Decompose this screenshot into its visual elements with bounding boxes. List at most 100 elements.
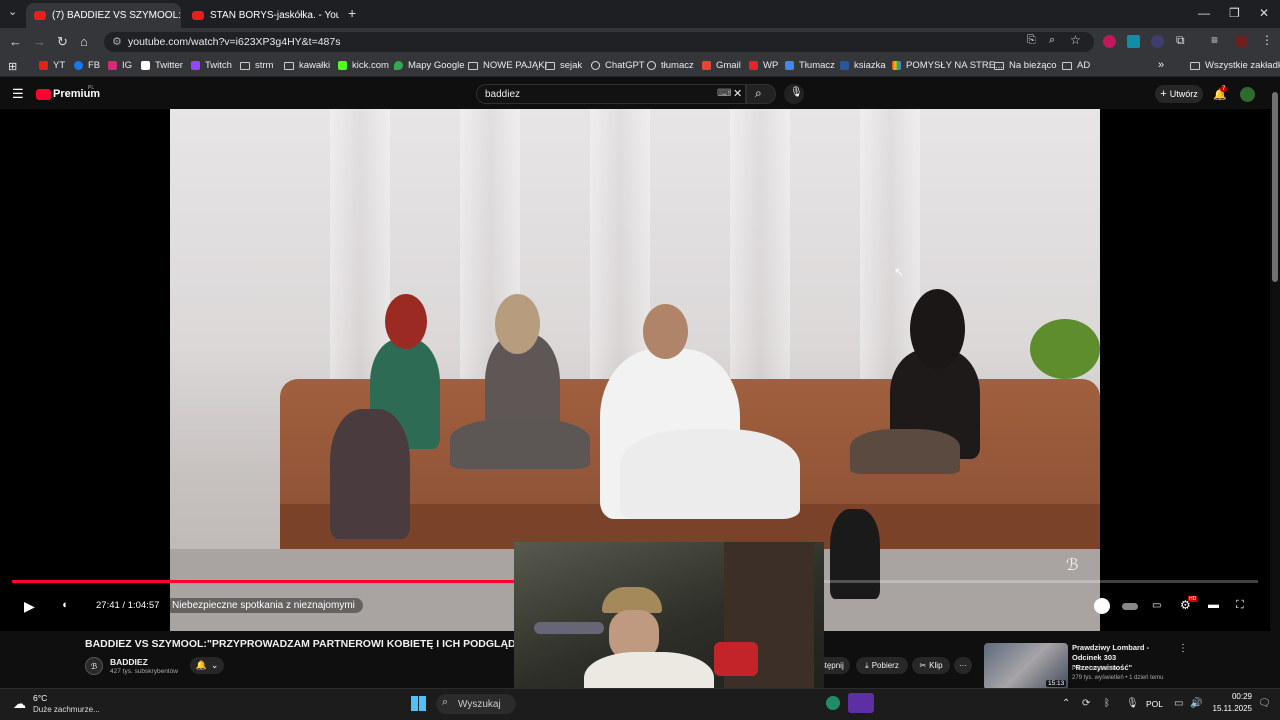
recommended-menu-icon[interactable]: ⋮ [1178,643,1188,654]
voice-search-button[interactable]: 🎙 [784,84,804,104]
chatgpt-icon [647,61,656,70]
bookmark-star-icon[interactable]: ☆ [1070,33,1081,47]
hamburger-menu-icon[interactable]: ☰ [12,86,24,102]
bookmark-maps[interactable]: Mapy Google [394,60,465,71]
weather-temperature[interactable]: 6°C [33,693,47,703]
taskbar-app-icon[interactable] [826,696,840,710]
download-icon: ⤓ [865,660,869,670]
taskbar-search[interactable]: ⌕ Wyszukaj [436,694,516,714]
extension-icon[interactable] [1151,35,1164,48]
tray-app-icon[interactable]: ⟳ [1082,698,1090,709]
bookmark-strm[interactable]: strm [240,60,273,71]
create-button[interactable]: + Utwórz [1155,85,1203,103]
bookmark-twitch[interactable]: Twitch [191,60,232,71]
folder-icon [468,61,478,70]
speaker-icon[interactable]: 🔊 [1190,698,1202,709]
bookmark-gmail[interactable]: Gmail [702,60,741,71]
new-tab-button[interactable]: + [348,5,356,21]
close-window-icon[interactable]: ✕ [1259,6,1269,20]
profile-avatar-icon[interactable] [1235,35,1248,48]
all-bookmarks-folder[interactable]: Wszystkie zakładki [1190,60,1280,71]
miniplayer-toggle-icon[interactable] [1094,598,1110,614]
bookmark-na-biezaco[interactable]: Na bieżąco [994,60,1057,71]
clear-search-icon[interactable]: ✕ [733,87,742,100]
bookmark-yt[interactable]: YT [39,60,65,71]
subscribed-bell-button[interactable]: 🔔 ⌄ [190,657,224,674]
chapter-title[interactable]: Niebezpieczne spotkania z nieznajomymi [164,598,363,613]
scrollbar-thumb[interactable] [1272,92,1278,282]
tab-active[interactable]: (7) BADDIEZ VS SZYMOOL:"PRZ ✕ [26,3,181,28]
microphone-tray-icon[interactable]: 🎙 [1126,698,1139,709]
restore-icon[interactable]: ❐ [1229,6,1240,20]
bookmark-kawalki[interactable]: kawałki [284,60,330,71]
bookmark-twitter[interactable]: Twitter [141,60,183,71]
person [850,429,960,474]
menu-kebab-icon[interactable]: ⋮ [1261,33,1273,47]
bookmark-ksiazka[interactable]: ksiazka [840,60,886,71]
reload-icon[interactable]: ↻ [57,34,68,50]
bookmark-tlumacz-2[interactable]: Tłumacz [785,60,835,71]
language-indicator[interactable]: POL [1146,699,1163,709]
volume-icon[interactable]: ◖ [61,599,68,611]
back-icon[interactable]: ← [9,34,22,49]
taskbar-app-icon[interactable] [848,693,874,713]
download-button[interactable]: ⤓ Pobierz [856,657,908,674]
tray-overflow-icon[interactable]: ⌃ [1062,698,1070,709]
bookmark-nowe-pajaki[interactable]: NOWE PAJĄKI [468,60,547,71]
search-button[interactable]: ⌕ [746,84,776,104]
bookmark-wp[interactable]: WP [749,60,778,71]
bookmark-sejak[interactable]: sejak [545,60,582,71]
bookmark-kick[interactable]: kick.com [338,60,389,71]
theater-mode-icon[interactable]: ▬ [1208,599,1219,611]
minimize-icon[interactable]: — [1198,6,1210,20]
play-icon[interactable]: ▶ [24,598,35,615]
webcam-microphone [534,622,604,634]
bluetooth-icon[interactable]: ᛒ [1104,698,1110,709]
person [450,419,590,469]
account-avatar[interactable] [1240,87,1255,102]
address-bar[interactable]: ⚙ youtube.com/watch?v=i623XP3g4HY&t=487s [104,32,1094,52]
extensions-puzzle-icon[interactable]: ⧉ [1176,33,1185,48]
youtube-icon [39,61,48,70]
clip-button[interactable]: ✂ Klip [912,657,950,674]
bookmark-ig[interactable]: IG [108,60,132,71]
zoom-icon[interactable]: ⌕ [1049,34,1055,47]
weather-description[interactable]: Duże zachmurze... [33,705,100,714]
bookmark-pomysly[interactable]: POMYSŁY NA STRE... [892,60,1003,71]
tab-search-chevron-icon[interactable]: ⌄ [8,5,17,18]
windows-start-icon[interactable] [411,696,426,711]
home-icon[interactable]: ⌂ [80,34,88,49]
recommended-channel[interactable]: Pan z Lombardu [1072,666,1116,672]
taskbar-time[interactable]: 00:29 [1212,692,1252,701]
subtitles-icon[interactable]: ▭ [1152,600,1161,611]
bookmark-fb[interactable]: FB [74,60,100,71]
bookmarks-overflow-icon[interactable]: » [1158,59,1164,71]
taskbar-date[interactable]: 15.11.2025 [1206,704,1252,713]
fullscreen-icon[interactable]: ⛶ [1236,599,1244,612]
install-app-icon[interactable]: ⎘ [1027,34,1036,47]
bookmark-chatgpt[interactable]: ChatGPT [591,60,645,71]
gmail-icon [702,61,711,70]
more-actions-button[interactable]: ··· [954,657,972,674]
search-input[interactable]: baddiez ⌨ ✕ [476,84,746,104]
time-display: 27:41 / 1:04:57 [86,598,170,613]
bookmark-ad[interactable]: AD [1062,60,1090,71]
extension-icon[interactable] [1127,35,1140,48]
record-extension-icon[interactable] [1103,35,1116,48]
autoplay-toggle-icon[interactable] [1122,603,1138,610]
network-icon[interactable]: ▭ [1174,698,1183,709]
bookmark-tlumacz[interactable]: tłumacz [647,60,694,71]
site-settings-icon[interactable]: ⚙ [112,35,122,48]
apps-grid-icon[interactable]: ⊞ [8,60,17,73]
notification-center-icon[interactable]: 🗨 [1258,698,1271,709]
youtube-logo-icon[interactable] [36,89,51,100]
channel-name[interactable]: BADDIEZ [110,657,148,667]
weather-icon[interactable]: ☁ [13,696,26,712]
media-control-icon[interactable]: ≡ [1211,33,1218,47]
forward-icon[interactable]: → [33,34,46,49]
channel-avatar[interactable]: ℬ [85,657,103,675]
keyboard-icon[interactable]: ⌨ [717,88,731,99]
chevron-down-icon: ⌄ [210,660,219,670]
tab-inactive[interactable]: STAN BORYS-jaskółka. - YouTub ✕ [184,3,339,28]
twitch-icon [191,61,200,70]
